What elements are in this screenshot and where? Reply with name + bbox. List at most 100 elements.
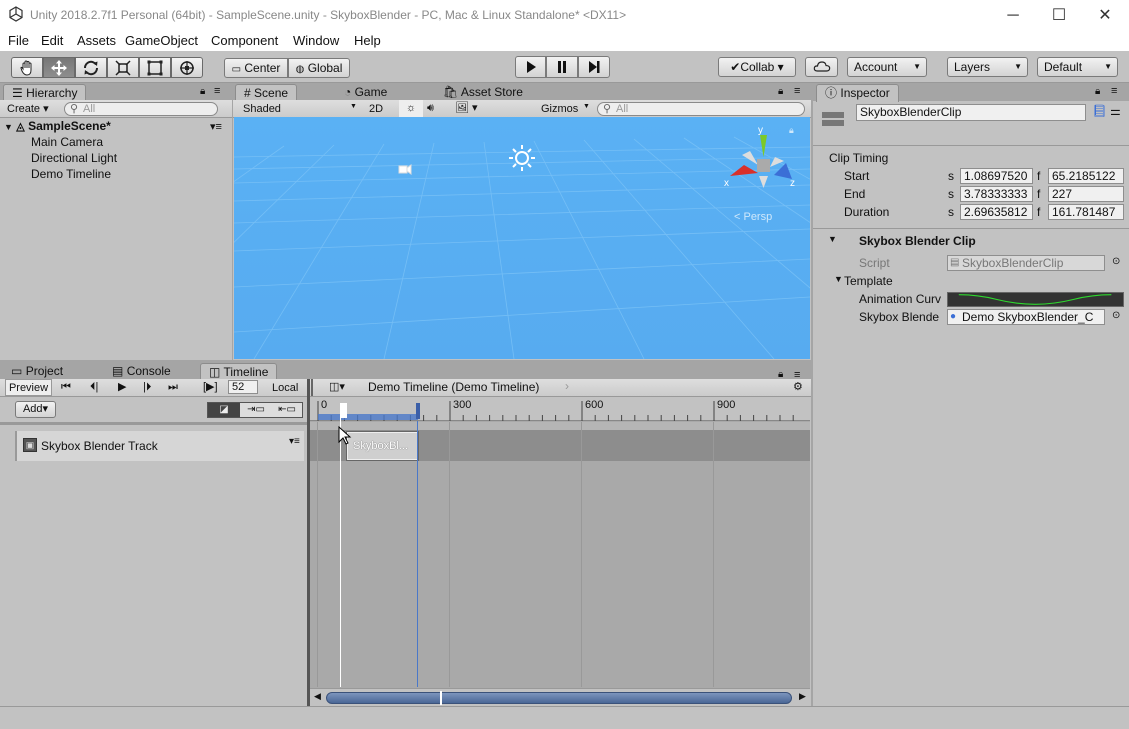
hierarchy-item-main-camera[interactable]: Main Camera	[31, 135, 103, 149]
close-button[interactable]: ✕	[1082, 0, 1128, 31]
frame-number-field[interactable]: 52	[228, 380, 258, 394]
persp-label[interactable]: < Persp	[734, 211, 772, 223]
move-tool-button[interactable]	[43, 57, 75, 78]
lock-icon[interactable]: 🔒︎	[1095, 86, 1100, 97]
layout-dropdown[interactable]: Default ▼	[1037, 57, 1118, 77]
duration-frames-field[interactable]: 161.781487	[1048, 204, 1124, 220]
pause-button[interactable]	[546, 56, 578, 78]
lock-icon[interactable]: 🔒︎	[778, 86, 783, 97]
scrollbar-thumb[interactable]	[326, 692, 792, 704]
component-title[interactable]: Skybox Blender Clip	[859, 234, 976, 248]
space-toggle-button[interactable]: ◍ Global	[288, 58, 350, 78]
track-menu-icon[interactable]: ▾≡	[289, 436, 300, 447]
2d-toggle-button[interactable]: 2D	[369, 101, 383, 117]
gizmos-dropdown[interactable]: Gizmos	[541, 101, 578, 117]
hierarchy-item-directional-light[interactable]: Directional Light	[31, 151, 117, 165]
menu-file[interactable]: File	[8, 33, 29, 48]
template-label[interactable]: Template	[844, 274, 893, 288]
skybox-blender-track-header[interactable]: ▣ Skybox Blender Track ▾≡	[15, 431, 304, 461]
curves-toggle-icon[interactable]: ◪	[208, 403, 240, 417]
gizmo-lock-icon[interactable]: 🔒︎	[789, 125, 794, 136]
panel-menu-icon[interactable]: ≡	[794, 85, 800, 97]
lock-icon[interactable]: 🔒︎	[200, 86, 205, 97]
audio-toggle-icon[interactable]: 🔊︎	[427, 100, 434, 116]
scene-viewport[interactable]: y x z 🔒︎ < Persp	[234, 117, 810, 359]
create-dropdown[interactable]: Create ▾	[7, 101, 49, 117]
goto-start-icon[interactable]: ⏮	[61, 379, 71, 395]
preview-toggle-button[interactable]: Preview	[5, 379, 52, 396]
next-frame-icon[interactable]: |⏵	[143, 379, 151, 395]
timeline-play-icon[interactable]: ▶	[118, 379, 126, 395]
timeline-settings-gear-icon[interactable]: ⚙	[793, 379, 803, 395]
account-dropdown[interactable]: Account ▼	[847, 57, 927, 77]
pivot-toggle-button[interactable]: ▭ Center	[224, 58, 288, 78]
menu-edit[interactable]: Edit	[41, 33, 63, 48]
menu-help[interactable]: Help	[354, 33, 381, 48]
object-picker-icon[interactable]: ⊙	[1112, 256, 1120, 267]
panel-menu-icon[interactable]: ≡	[1111, 85, 1117, 97]
goto-end-icon[interactable]: ⏭	[168, 379, 178, 395]
hierarchy-item-demo-timeline[interactable]: Demo Timeline	[31, 167, 111, 181]
object-picker-icon[interactable]: ⊙	[1112, 310, 1120, 321]
start-seconds-field[interactable]: 1.08697520	[960, 168, 1033, 184]
skybox-blender-value: Demo SkyboxBlender_C	[962, 310, 1094, 324]
scene-root-item[interactable]: ▼ ◬ SampleScene*	[4, 119, 111, 133]
help-book-icon[interactable]: 📘︎	[1092, 104, 1107, 118]
scene-menu-icon[interactable]: ▾≡	[210, 120, 222, 133]
hierarchy-search-input[interactable]: ⚲ All	[64, 102, 218, 116]
add-track-button[interactable]: Add▾	[15, 401, 56, 418]
scale-tool-button[interactable]	[107, 57, 139, 78]
tab-inspector[interactable]: ⓘ Inspector	[816, 84, 899, 102]
scroll-left-icon[interactable]: ◀	[314, 691, 321, 702]
minimize-button[interactable]: ─	[990, 0, 1036, 31]
duration-seconds-unit: s	[948, 205, 954, 219]
cloud-button[interactable]	[805, 57, 838, 77]
scene-search-input[interactable]: ⚲ All	[597, 102, 805, 116]
play-button[interactable]	[515, 56, 546, 78]
ripple-mode-icon[interactable]: ⇤▭	[272, 403, 302, 417]
clip-edit-mode-icon[interactable]: ⇥▭	[240, 403, 272, 417]
end-frames-field[interactable]: 227	[1048, 186, 1124, 202]
collapse-arrow-icon[interactable]: ▼	[828, 234, 837, 244]
step-button[interactable]	[578, 56, 610, 78]
end-marker[interactable]	[416, 403, 420, 419]
scroll-right-icon[interactable]: ▶	[799, 691, 806, 702]
transform-tool-button[interactable]	[171, 57, 203, 78]
timeline-clip-area[interactable]: 0 300 600 900 SkyboxBl... ◀ ▶	[310, 399, 810, 706]
dropdown-arrow-icon: ▼	[1014, 62, 1022, 71]
playhead-handle[interactable]	[340, 403, 347, 418]
light-gizmo-icon[interactable]	[508, 144, 536, 172]
rotate-tool-button[interactable]	[75, 57, 107, 78]
timeline-selector-icon[interactable]: ◫▾	[329, 379, 345, 395]
horizontal-scrollbar[interactable]: ◀ ▶	[310, 688, 810, 706]
local-toggle-button[interactable]: Local	[272, 380, 298, 396]
object-name-field[interactable]: SkyboxBlenderClip	[856, 104, 1086, 121]
menu-window[interactable]: Window	[293, 33, 339, 48]
timeline-breadcrumb[interactable]: Demo Timeline (Demo Timeline)	[368, 380, 539, 394]
lighting-toggle-button[interactable]: ☼	[399, 100, 423, 117]
skybox-blender-clip[interactable]: SkyboxBl...	[346, 431, 419, 461]
playhead-line[interactable]	[340, 418, 341, 687]
play-range-button[interactable]: [▶]	[203, 379, 218, 395]
menu-gameobject[interactable]: GameObject	[125, 33, 198, 48]
hand-tool-button[interactable]	[11, 57, 43, 78]
menu-assets[interactable]: Assets	[77, 33, 116, 48]
end-seconds-field[interactable]: 3.78333333	[960, 186, 1033, 202]
time-ruler[interactable]: 0 300 600 900	[310, 399, 810, 421]
maximize-button[interactable]: ☐	[1036, 0, 1082, 31]
previous-frame-icon[interactable]: ⏴|	[90, 379, 98, 395]
skybox-blender-field[interactable]: ● Demo SkyboxBlender_C	[947, 309, 1105, 325]
menu-component[interactable]: Component	[211, 33, 278, 48]
settings-sliders-icon[interactable]: ⚌	[1110, 104, 1121, 118]
shading-mode-dropdown[interactable]: Shaded	[243, 101, 281, 117]
animation-curve-field[interactable]	[947, 292, 1124, 307]
collab-dropdown[interactable]: ✔Collab ▾	[718, 57, 796, 77]
rect-tool-button[interactable]	[139, 57, 171, 78]
start-frames-field[interactable]: 65.2185122	[1048, 168, 1124, 184]
duration-seconds-field[interactable]: 2.69635812	[960, 204, 1033, 220]
camera-gizmo-icon[interactable]	[398, 163, 412, 175]
effects-toggle-icon[interactable]: 🖼︎ ▾	[455, 100, 478, 116]
layers-dropdown[interactable]: Layers ▼	[947, 57, 1028, 77]
panel-menu-icon[interactable]: ≡	[214, 85, 220, 97]
expand-arrow-icon[interactable]: ▼	[834, 274, 843, 284]
